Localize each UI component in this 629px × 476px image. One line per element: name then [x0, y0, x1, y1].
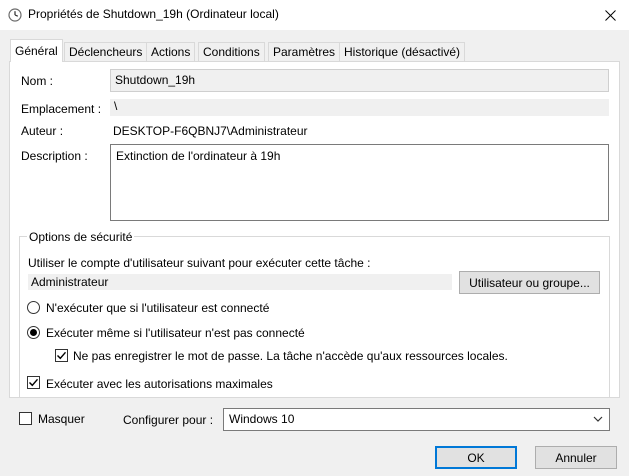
user-account-label: Utiliser le compte d'utilisateur suivant… [28, 256, 371, 270]
highest-privileges-label: Exécuter avec les autorisations maximale… [46, 377, 273, 391]
run-whether-logged-label: Exécuter même si l'utilisateur n'est pas… [46, 326, 305, 340]
change-user-button[interactable]: Utilisateur ou groupe... [459, 271, 600, 294]
description-label: Description : [21, 149, 88, 163]
author-label: Auteur : [21, 124, 64, 138]
no-store-password-label: Ne pas enregistrer le mot de passe. La t… [73, 349, 508, 363]
security-options-legend: Options de sécurité [27, 230, 135, 244]
highest-privileges-checkbox[interactable] [27, 376, 40, 389]
no-store-password-checkbox[interactable] [55, 349, 68, 362]
author-value: DESKTOP-F6QBNJ7\Administrateur [113, 124, 308, 138]
run-logged-on-label: N'exécuter que si l'utilisateur est conn… [46, 301, 270, 315]
run-whether-logged-radio[interactable] [27, 326, 40, 339]
name-label: Nom : [21, 74, 54, 88]
checkmark-icon [57, 351, 67, 360]
description-field[interactable]: Extinction de l'ordinateur à 19h [110, 144, 609, 221]
user-account-field: Administrateur [28, 274, 452, 290]
location-label: Emplacement : [21, 102, 102, 116]
location-field: \ [110, 99, 609, 116]
name-field[interactable]: Shutdown_19h [110, 69, 609, 92]
run-logged-on-radio[interactable] [27, 301, 40, 314]
checkmark-icon [29, 378, 39, 387]
radio-selected-dot [30, 329, 37, 336]
